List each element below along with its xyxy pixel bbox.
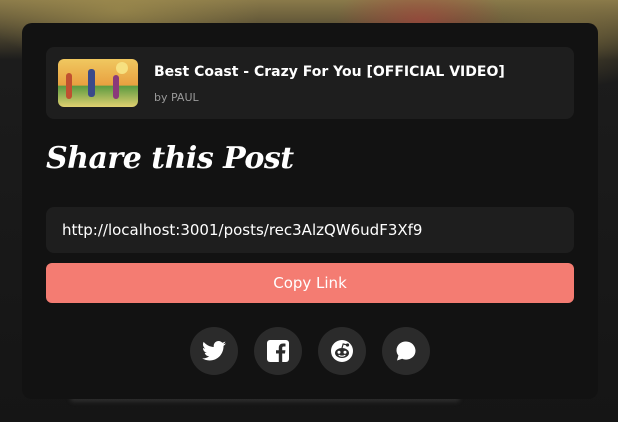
- chat-bubble-icon: [395, 340, 417, 362]
- video-author: by PAUL: [154, 91, 199, 104]
- twitter-icon: [202, 341, 226, 361]
- share-reddit-button[interactable]: [318, 327, 366, 375]
- copy-link-button[interactable]: Copy Link: [46, 263, 574, 303]
- share-message-button[interactable]: [382, 327, 430, 375]
- share-link-field[interactable]: [46, 207, 574, 253]
- share-twitter-button[interactable]: [190, 327, 238, 375]
- share-facebook-button[interactable]: [254, 327, 302, 375]
- video-title: Best Coast - Crazy For You [OFFICIAL VID…: [154, 64, 505, 80]
- share-buttons: [190, 327, 430, 375]
- video-card: Best Coast - Crazy For You [OFFICIAL VID…: [46, 47, 574, 119]
- video-thumbnail: [58, 59, 138, 107]
- share-modal: Best Coast - Crazy For You [OFFICIAL VID…: [22, 23, 598, 399]
- reddit-icon: [330, 339, 354, 363]
- facebook-icon: [267, 340, 289, 362]
- modal-heading: Share this Post: [46, 141, 294, 176]
